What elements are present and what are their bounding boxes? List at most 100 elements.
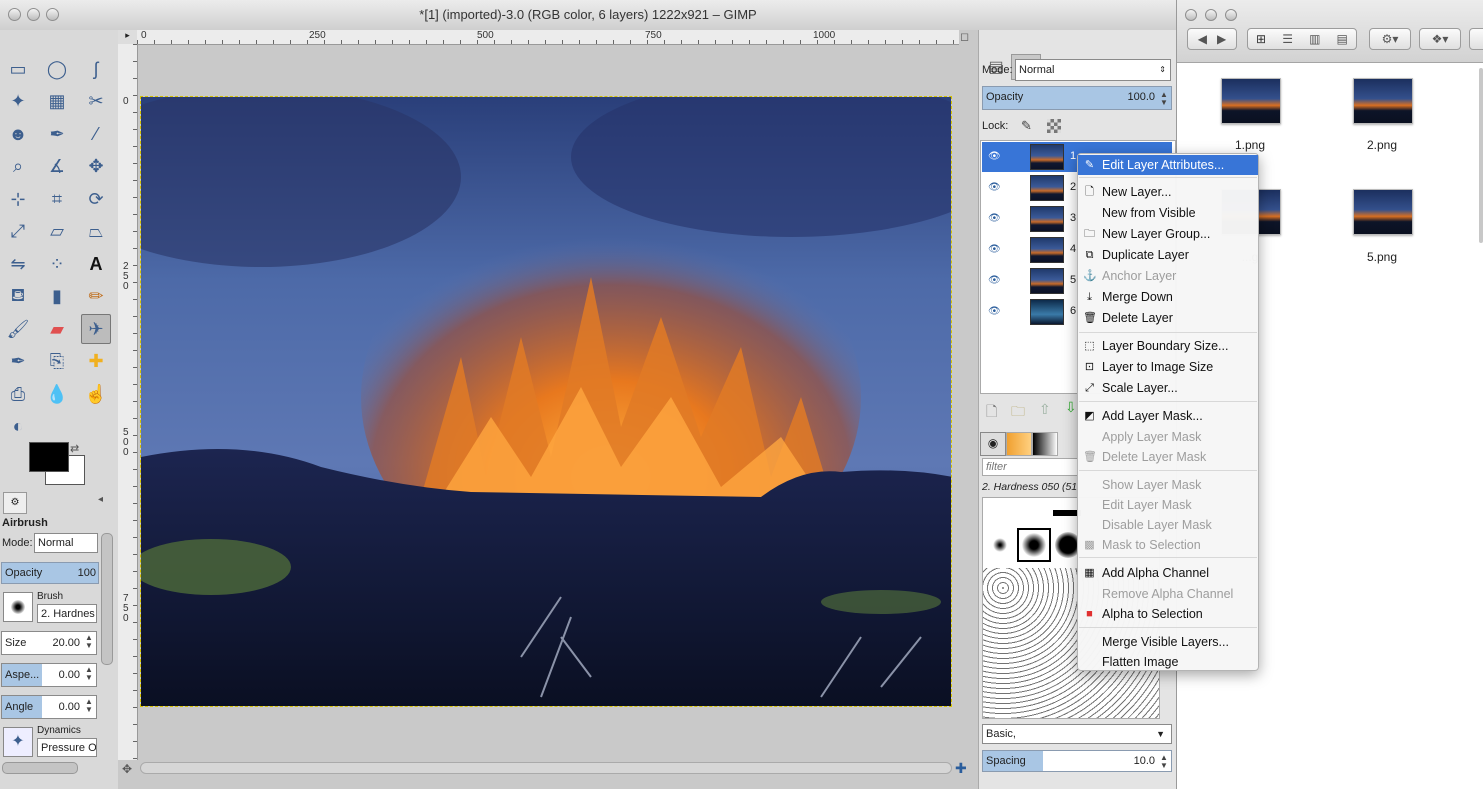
configure-tab-icon[interactable]: ◂ [98, 494, 103, 505]
lock-pixels-icon[interactable]: ✎ [1021, 118, 1032, 134]
rotate-tool-icon[interactable]: ⟳ [81, 184, 111, 214]
navigate-icon[interactable]: ✥ [122, 762, 132, 776]
shear-tool-icon[interactable]: ▱ [42, 217, 72, 247]
free-select-tool-icon[interactable]: ʃ [81, 54, 111, 84]
lock-alpha-icon[interactable] [1047, 119, 1061, 133]
cage-tool-icon[interactable]: ⁘ [42, 249, 72, 279]
flip-tool-icon[interactable]: ⇋ [3, 249, 33, 279]
menu-item-merge-visible-layers[interactable]: Merge Visible Layers... [1078, 632, 1258, 652]
finder-minimize-button[interactable] [1205, 9, 1217, 21]
color-select-tool-icon[interactable]: ▦ [42, 87, 72, 117]
visibility-eye-icon[interactable]: 👁 [988, 151, 1001, 162]
measure-tool-icon[interactable]: ∡ [42, 152, 72, 182]
angle-slider[interactable]: Angle 0.00 ▲ ▼ [1, 695, 97, 719]
size-slider[interactable]: Size 20.00 ▲ ▼ [1, 631, 97, 655]
file-thumbnail[interactable] [1353, 189, 1413, 235]
menu-item-layer-boundary-size[interactable]: ⬚ Layer Boundary Size... [1078, 336, 1258, 356]
brush-filter-input[interactable] [982, 458, 1078, 476]
text-tool-icon[interactable]: A [81, 249, 111, 279]
menu-item-scale-layer[interactable]: ⤢ Scale Layer... [1078, 378, 1258, 398]
blur-tool-icon[interactable]: 💧 [42, 379, 72, 409]
view-switcher[interactable]: ⊞ ☰ ▥ ▤ [1247, 28, 1357, 50]
brush-select[interactable]: 2. Hardnes [37, 604, 97, 623]
menu-item-new-layer[interactable]: 🗋 New Layer... [1078, 182, 1258, 202]
menu-item-add-alpha-channel[interactable]: ▦ Add Alpha Channel [1078, 563, 1258, 583]
visibility-eye-icon[interactable]: 👁 [988, 244, 1001, 255]
dynamics-select[interactable]: Pressure O [37, 738, 97, 757]
brush-preview[interactable] [3, 592, 33, 622]
file-thumbnail[interactable] [1353, 78, 1413, 124]
file-thumbnail[interactable] [1221, 78, 1281, 124]
menu-item-new-from-visible[interactable]: New from Visible [1078, 203, 1258, 223]
visibility-eye-icon[interactable]: 👁 [988, 275, 1001, 286]
quick-mask-menu-icon[interactable]: ▸ [118, 30, 138, 45]
scissors-tool-icon[interactable]: ✂ [81, 87, 111, 117]
dynamics-icon[interactable]: ✦ [3, 727, 33, 757]
canvas-hscrollbar[interactable] [140, 762, 952, 774]
visibility-eye-icon[interactable]: 👁 [988, 182, 1001, 193]
finder-scrollbar[interactable] [1479, 68, 1483, 243]
angle-spinner-icon[interactable]: ▲ ▼ [84, 698, 94, 714]
zoom-image-toggle-icon[interactable]: ◻ [960, 30, 975, 45]
pencil-tool-icon[interactable]: ✏ [81, 282, 111, 312]
aspect-spinner-icon[interactable]: ▲ ▼ [84, 666, 94, 682]
swap-colors-icon[interactable]: ⇄ [70, 442, 79, 455]
raise-layer-icon[interactable]: ⇧ [1039, 401, 1051, 418]
menu-item-edit-layer-attributes[interactable]: ✎ Edit Layer Attributes... [1078, 155, 1258, 175]
tab-gradients-icon[interactable] [1032, 432, 1058, 456]
menu-item-merge-down[interactable]: ⤓ Merge Down [1078, 287, 1258, 307]
menu-item-new-layer-group[interactable]: 🗀 New Layer Group... [1078, 224, 1258, 244]
move-tool-icon[interactable]: ✥ [81, 152, 111, 182]
file-name[interactable]: 5.png [1337, 250, 1427, 264]
menu-item-layer-to-image-size[interactable]: ⊡ Layer to Image Size [1078, 357, 1258, 377]
visibility-eye-icon[interactable]: 👁 [988, 213, 1001, 224]
menu-item-flatten-image[interactable]: Flatten Image [1078, 652, 1258, 672]
search-button[interactable] [1469, 28, 1483, 50]
spacing-spinner-icon[interactable]: ▲ ▼ [1159, 754, 1169, 770]
navigate-image-icon[interactable]: ✚ [955, 760, 967, 777]
clone-tool-icon[interactable]: ⎘ [42, 347, 72, 377]
tool-options-tab-icon[interactable]: ⚙ [3, 492, 27, 514]
heal-tool-icon[interactable]: ✚ [81, 347, 111, 377]
aspect-slider[interactable]: Aspe... 0.00 ▲ ▼ [1, 663, 97, 687]
lower-layer-icon[interactable]: ⇩ [1065, 399, 1077, 416]
dropbox-button[interactable]: ❖▾ [1419, 28, 1461, 50]
menu-item-delete-layer[interactable]: 🗑 Delete Layer [1078, 308, 1258, 328]
airbrush-tool-icon[interactable]: ✈ [81, 314, 111, 344]
menu-item-alpha-to-selection[interactable]: ■ Alpha to Selection [1078, 604, 1258, 624]
mode-select[interactable]: Normal [34, 533, 98, 553]
rect-select-tool-icon[interactable]: ▭ [3, 54, 33, 84]
brush-preset[interactable] [993, 538, 1007, 552]
back-forward-button[interactable]: ◀ ▶ [1187, 28, 1237, 50]
ink-tool-icon[interactable]: ✒ [3, 347, 33, 377]
file-name[interactable]: 2.png [1337, 138, 1427, 152]
zoom-tool-icon[interactable]: ⌕ [3, 152, 33, 182]
new-layer-group-icon[interactable]: 🗀 [1011, 401, 1025, 425]
menu-item-add-layer-mask[interactable]: ◩ Add Layer Mask... [1078, 406, 1258, 426]
align-tool-icon[interactable]: ⊹ [3, 184, 33, 214]
image-canvas[interactable] [140, 96, 952, 707]
dodge-tool-icon[interactable]: ◐ [3, 412, 33, 442]
opacity-slider[interactable]: Opacity 100 [1, 562, 99, 584]
bucket-fill-tool-icon[interactable]: ⛾ [3, 282, 33, 312]
size-spinner-icon[interactable]: ▲ ▼ [84, 634, 94, 650]
layer-mode-select[interactable]: Normal ⇕ [1015, 59, 1171, 81]
paths-tool-icon[interactable]: ✒ [42, 119, 72, 149]
spacing-slider[interactable]: Spacing 10.0 ▲ ▼ [982, 750, 1172, 772]
ellipse-select-tool-icon[interactable]: ◯ [42, 54, 72, 84]
crop-tool-icon[interactable]: ⌗ [42, 184, 72, 214]
visibility-eye-icon[interactable]: 👁 [988, 306, 1001, 317]
color-picker-tool-icon[interactable]: ⁄ [81, 119, 111, 149]
paintbrush-tool-icon[interactable]: 🖌 [3, 314, 33, 344]
layer-opacity-spinner-icon[interactable]: ▲ ▼ [1159, 91, 1169, 107]
menu-item-duplicate-layer[interactable]: ⧉ Duplicate Layer [1078, 245, 1258, 265]
smudge-tool-icon[interactable]: ☝ [81, 379, 111, 409]
eraser-tool-icon[interactable]: ▰ [42, 314, 72, 344]
file-name[interactable]: 1.png [1205, 138, 1295, 152]
blend-tool-icon[interactable]: ▮ [42, 282, 72, 312]
tab-patterns-icon[interactable] [1006, 432, 1032, 456]
fuzzy-select-tool-icon[interactable]: ✦ [3, 87, 33, 117]
tool-options-hscroll[interactable] [2, 762, 78, 774]
new-layer-icon[interactable]: 🗋 [986, 401, 997, 425]
brush-preset-selected[interactable] [1017, 528, 1051, 562]
